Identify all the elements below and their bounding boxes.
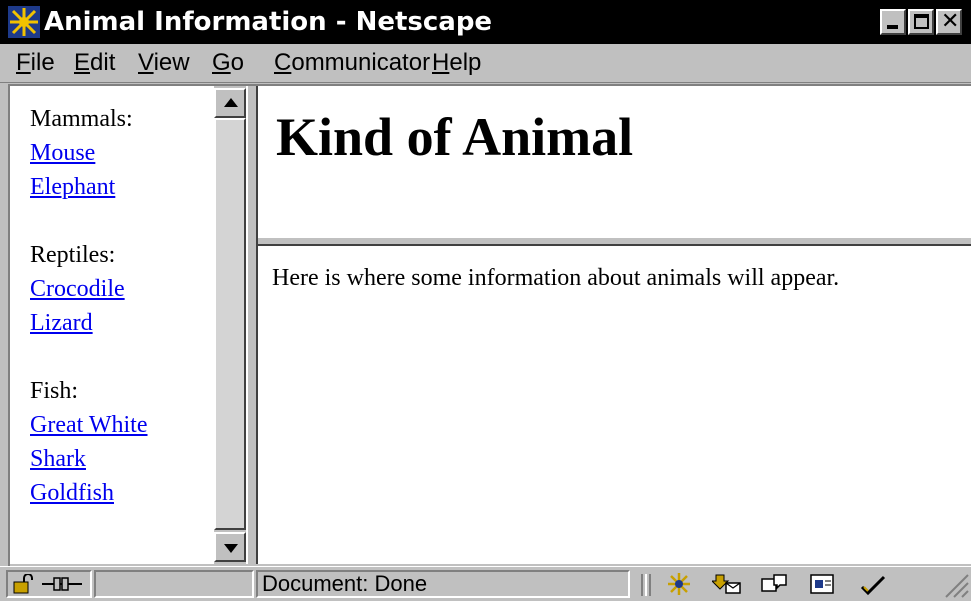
info-text: Here is where some information about ani… [272,265,840,291]
composer-icon[interactable] [808,571,838,597]
minimize-button[interactable] [880,9,906,35]
arrow-up-icon [224,98,238,107]
maximize-icon [914,14,929,29]
browser-window: Animal Information - Netscape ✕ File Edi… [0,0,971,601]
header-frame: Kind of Animal [258,86,971,236]
nav-heading: Fish: [30,378,79,404]
resize-grip-icon[interactable] [940,569,970,599]
connection-icon [42,577,82,591]
security-cell [6,570,92,598]
menu-go[interactable]: Go [212,48,244,78]
netscape-star-icon [8,6,40,38]
menu-file[interactable]: File [16,48,55,78]
link-mouse[interactable]: Mouse [30,136,230,170]
link-lizard[interactable]: Lizard [30,306,230,340]
nav-list: Mammals: Mouse Elephant Reptiles: Crocod… [30,102,230,544]
nav-group-fish: Fish: Great White Shark Goldfish [30,374,230,510]
status-cell: Document: Done [256,570,630,598]
menu-communicator[interactable]: Communicator [274,48,430,78]
scroll-up-button[interactable] [214,88,246,118]
minimize-icon [887,25,898,29]
maximize-button[interactable] [908,9,934,35]
nav-scrollbar[interactable] [214,86,246,564]
frame-divider-vertical[interactable] [246,86,258,564]
discussions-icon[interactable] [760,571,790,597]
mail-icon[interactable] [712,571,742,597]
security-lock-icon[interactable] [12,574,36,594]
close-button[interactable]: ✕ [936,9,962,35]
link-elephant[interactable]: Elephant [30,170,230,204]
navigation-frame: Mammals: Mouse Elephant Reptiles: Crocod… [10,86,246,564]
link-great-white-shark[interactable]: Great White Shark [30,408,190,476]
menu-edit[interactable]: Edit [74,48,115,78]
nav-group-mammals: Mammals: Mouse Elephant [30,102,230,204]
title-bar[interactable]: Animal Information - Netscape ✕ [0,0,971,44]
link-goldfish[interactable]: Goldfish [30,476,230,510]
scroll-down-button[interactable] [214,532,246,562]
progress-cell [94,570,254,598]
status-bar: Document: Done [0,566,971,601]
component-bar-grip-icon[interactable] [640,572,654,598]
content-frame: Here is where some information about ani… [258,246,971,564]
frame-divider-horizontal[interactable] [258,236,971,246]
menu-view[interactable]: View [138,48,190,78]
nav-heading: Reptiles: [30,242,116,268]
page-title: Kind of Animal [276,107,634,167]
status-text: Document: Done [262,571,428,596]
nav-heading: Mammals: [30,106,133,132]
navigator-icon[interactable] [664,571,694,597]
conference-icon[interactable] [858,571,888,597]
link-crocodile[interactable]: Crocodile [30,272,230,306]
menu-bar: File Edit View Go Communicator Help [0,44,971,83]
scroll-thumb[interactable] [214,118,246,530]
menu-help[interactable]: Help [432,48,481,78]
window-title: Animal Information - Netscape [44,7,493,37]
close-icon: ✕ [941,9,960,34]
arrow-down-icon [224,544,238,553]
nav-group-reptiles: Reptiles: Crocodile Lizard [30,238,230,340]
